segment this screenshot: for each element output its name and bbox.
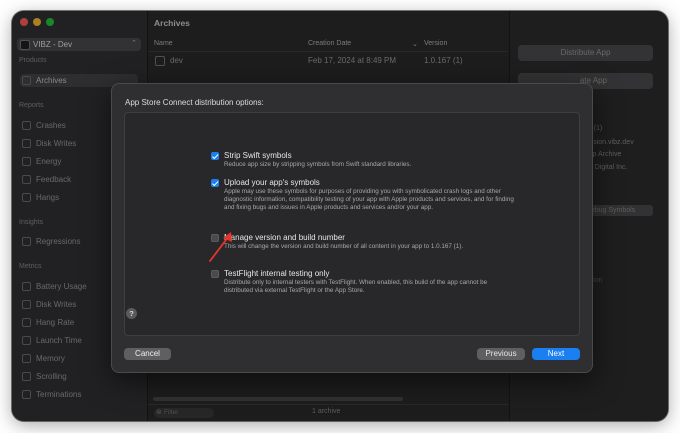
option-description: Reduce app size by stripping symbols fro…: [224, 161, 412, 168]
options-panel: [124, 112, 580, 336]
option-description: Distribute only to internal testers with…: [224, 279, 488, 295]
upload-symbols-checkbox[interactable]: [211, 179, 219, 187]
next-button[interactable]: Next: [532, 348, 580, 360]
help-button[interactable]: ?: [126, 308, 137, 319]
strip-swift-checkbox[interactable]: [211, 152, 219, 160]
option-description: Apple may use these symbols for purposes…: [224, 188, 514, 212]
option-title: Strip Swift symbols: [224, 151, 292, 160]
option-description: This will change the version and build n…: [224, 243, 464, 250]
option-title: TestFlight internal testing only: [224, 269, 330, 278]
previous-button[interactable]: Previous: [477, 348, 525, 360]
red-arrow-annotation: [209, 232, 232, 262]
option-title: Manage version and build number: [224, 233, 345, 242]
dialog-title: App Store Connect distribution options:: [125, 98, 264, 107]
organizer-window: VIBZ - Dev ⌃ Products Archives Reports C…: [12, 11, 668, 421]
cancel-button[interactable]: Cancel: [124, 348, 171, 360]
testflight-internal-checkbox[interactable]: [211, 270, 219, 278]
option-title: Upload your app's symbols: [224, 178, 320, 187]
distribution-options-dialog: App Store Connect distribution options: …: [111, 83, 593, 373]
